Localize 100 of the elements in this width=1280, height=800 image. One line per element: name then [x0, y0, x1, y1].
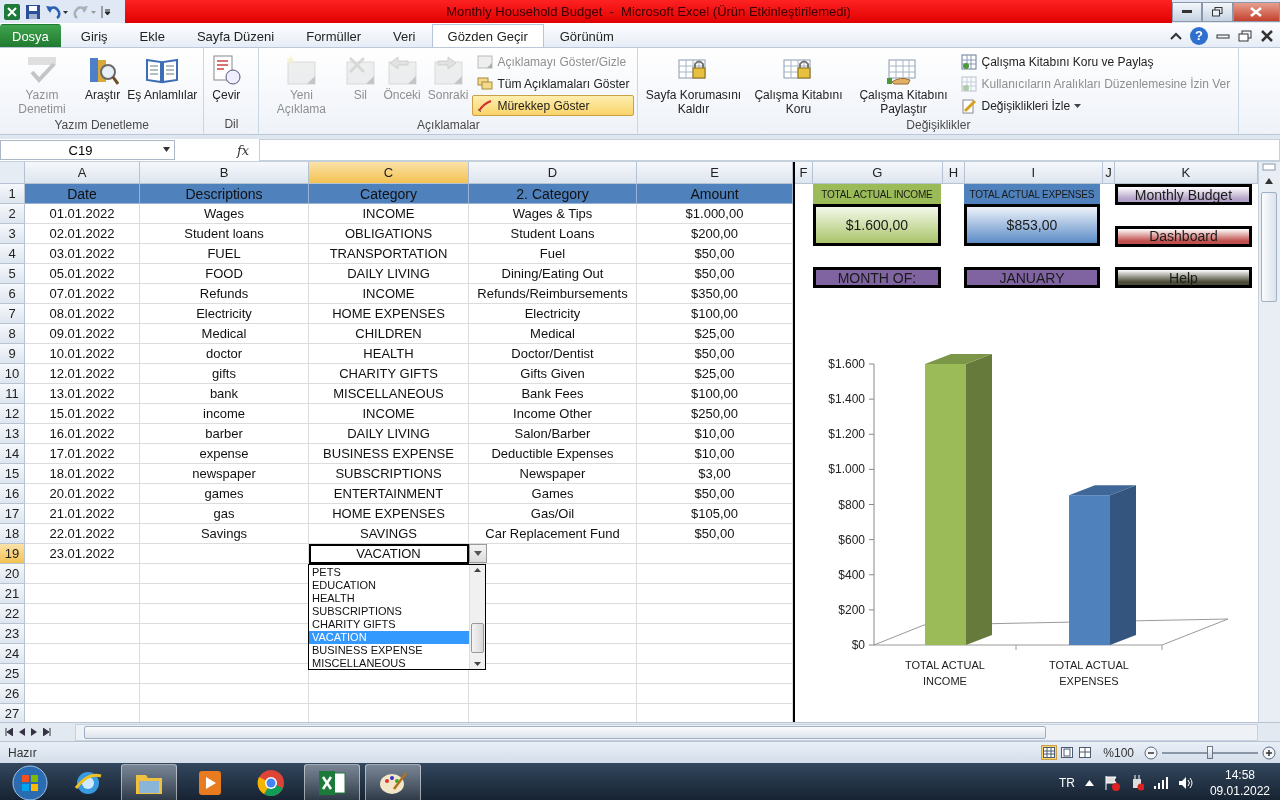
- column-header[interactable]: H: [942, 162, 965, 184]
- row-header[interactable]: 23: [0, 624, 25, 644]
- close-icon[interactable]: [1260, 29, 1274, 42]
- dropdown-option[interactable]: EDUCATION: [309, 579, 469, 592]
- restore-icon[interactable]: [1212, 6, 1223, 17]
- zoom-slider-thumb[interactable]: [1207, 745, 1213, 759]
- undo-icon[interactable]: [45, 3, 69, 20]
- row-header[interactable]: 6: [0, 284, 25, 304]
- previous-sheet-icon[interactable]: [19, 728, 25, 736]
- dropdown-option[interactable]: HEALTH: [309, 592, 469, 605]
- clock-date[interactable]: 09.01.2022: [1209, 783, 1270, 799]
- ribbon-button[interactable]: Çalışma Kitabını Paylaştır: [851, 50, 956, 118]
- row-header[interactable]: 17: [0, 504, 25, 524]
- ribbon-button[interactable]: Sayfa Korumasını Kaldır: [641, 50, 746, 118]
- column-header[interactable]: K: [1114, 162, 1258, 184]
- nav-button[interactable]: Help: [1114, 267, 1252, 288]
- column-header[interactable]: A: [25, 162, 140, 184]
- row-header[interactable]: 13: [0, 424, 25, 444]
- nav-button[interactable]: Dashboard: [1114, 225, 1252, 247]
- row-header[interactable]: 11: [0, 384, 25, 404]
- spreadsheet-app-icon[interactable]: [3, 2, 21, 21]
- collapse-ribbon-icon[interactable]: [1170, 30, 1182, 41]
- dropdown-option[interactable]: MISCELLANEOUS: [309, 657, 469, 670]
- zoom-level[interactable]: %100: [1103, 745, 1134, 760]
- column-header[interactable]: G: [812, 162, 943, 184]
- row-header[interactable]: 12: [0, 404, 25, 424]
- ribbon-button[interactable]: Araştır: [82, 50, 124, 118]
- page-layout-icon[interactable]: [1059, 745, 1076, 760]
- help-button[interactable]: ?: [1190, 26, 1208, 45]
- column-header[interactable]: B: [140, 162, 309, 184]
- ribbon-tab[interactable]: Formüller: [290, 24, 378, 47]
- speaker-icon[interactable]: [1177, 776, 1194, 790]
- column-header[interactable]: I: [964, 162, 1103, 184]
- scroll-thumb[interactable]: [471, 623, 484, 653]
- signal-icon[interactable]: [1153, 777, 1168, 789]
- page-break-icon[interactable]: [1077, 745, 1094, 760]
- ribbon-button[interactable]: Değişiklikleri İzle: [956, 95, 1236, 116]
- row-header[interactable]: 7: [0, 304, 25, 324]
- last-sheet-icon[interactable]: [43, 728, 51, 736]
- horizontal-scrollbar[interactable]: [75, 723, 1258, 741]
- file-tab[interactable]: Dosya: [0, 24, 61, 47]
- dropdown-option[interactable]: SUBSCRIPTIONS: [309, 605, 469, 618]
- column-header[interactable]: D: [469, 162, 637, 184]
- ribbon-tab[interactable]: Gözden Geçir: [431, 24, 544, 47]
- minimize-icon[interactable]: [1182, 9, 1193, 14]
- nav-button[interactable]: Monthly Budget: [1114, 184, 1252, 205]
- dropdown-option[interactable]: CHARITY GIFTS: [309, 618, 469, 631]
- restore-icon[interactable]: [1238, 29, 1252, 42]
- flag-icon[interactable]: [1103, 775, 1120, 791]
- language-indicator[interactable]: TR: [1058, 776, 1075, 790]
- zoom-out-icon[interactable]: [1144, 745, 1158, 760]
- ribbon-button[interactable]: Çalışma Kitabını Koru: [746, 50, 851, 118]
- active-cell[interactable]: VACATION: [309, 544, 469, 564]
- ribbon-button[interactable]: Tüm Açıklamaları Göster: [472, 73, 635, 94]
- ribbon-tab[interactable]: Ekle: [123, 24, 181, 47]
- ribbon-tab[interactable]: Giriş: [64, 24, 124, 47]
- row-header[interactable]: 9: [0, 344, 25, 364]
- dropdown-option[interactable]: BUSINESS EXPENSE: [309, 644, 469, 657]
- row-header[interactable]: 16: [0, 484, 25, 504]
- row-header[interactable]: 3: [0, 224, 25, 244]
- taskbar-app[interactable]: [304, 764, 360, 800]
- next-sheet-icon[interactable]: [31, 728, 37, 736]
- column-header[interactable]: E: [637, 162, 793, 184]
- row-header[interactable]: 21: [0, 584, 25, 604]
- row-header[interactable]: 10: [0, 364, 25, 384]
- ribbon-tab[interactable]: Görünüm: [543, 24, 630, 47]
- ribbon-button[interactable]: Çevir: [207, 50, 246, 117]
- row-header[interactable]: 14: [0, 444, 25, 464]
- normal-view-icon[interactable]: [1041, 745, 1058, 760]
- taskbar-app[interactable]: [121, 764, 177, 800]
- scroll-up-icon[interactable]: [474, 565, 481, 575]
- vertical-scrollbar[interactable]: [1257, 162, 1280, 722]
- row-header[interactable]: 4: [0, 244, 25, 264]
- ribbon-tab[interactable]: Sayfa Düzeni: [180, 24, 291, 47]
- row-header[interactable]: 25: [0, 664, 25, 684]
- ribbon-button[interactable]: Mürekkep Göster: [472, 95, 635, 116]
- customize-caret-icon[interactable]: [101, 3, 111, 20]
- row-header[interactable]: 1: [0, 184, 25, 204]
- scroll-thumb[interactable]: [1261, 192, 1278, 302]
- row-header[interactable]: 5: [0, 264, 25, 284]
- ribbon-tab[interactable]: Veri: [377, 24, 432, 47]
- ribbon-button[interactable]: Çalışma Kitabını Koru ve Paylaş: [956, 51, 1236, 72]
- clock-time[interactable]: 14:58: [1224, 767, 1255, 783]
- row-header[interactable]: 8: [0, 324, 25, 344]
- row-header[interactable]: 26: [0, 684, 25, 704]
- row-header[interactable]: 15: [0, 464, 25, 484]
- formula-input[interactable]: [259, 139, 1280, 161]
- taskbar-app[interactable]: [365, 764, 421, 800]
- zoom-in-icon[interactable]: [1262, 745, 1276, 760]
- first-sheet-icon[interactable]: [5, 728, 13, 736]
- dropdown-caret-icon[interactable]: [474, 551, 482, 556]
- row-header[interactable]: 22: [0, 604, 25, 624]
- row-header[interactable]: 2: [0, 204, 25, 224]
- row-header[interactable]: 18: [0, 524, 25, 544]
- insert-function-button[interactable]: fx: [237, 142, 255, 158]
- name-box[interactable]: C19: [0, 140, 175, 160]
- save-icon[interactable]: [25, 3, 41, 20]
- column-header[interactable]: C: [309, 162, 469, 184]
- dropdown-option[interactable]: PETS: [309, 566, 469, 579]
- row-header[interactable]: 24: [0, 644, 25, 664]
